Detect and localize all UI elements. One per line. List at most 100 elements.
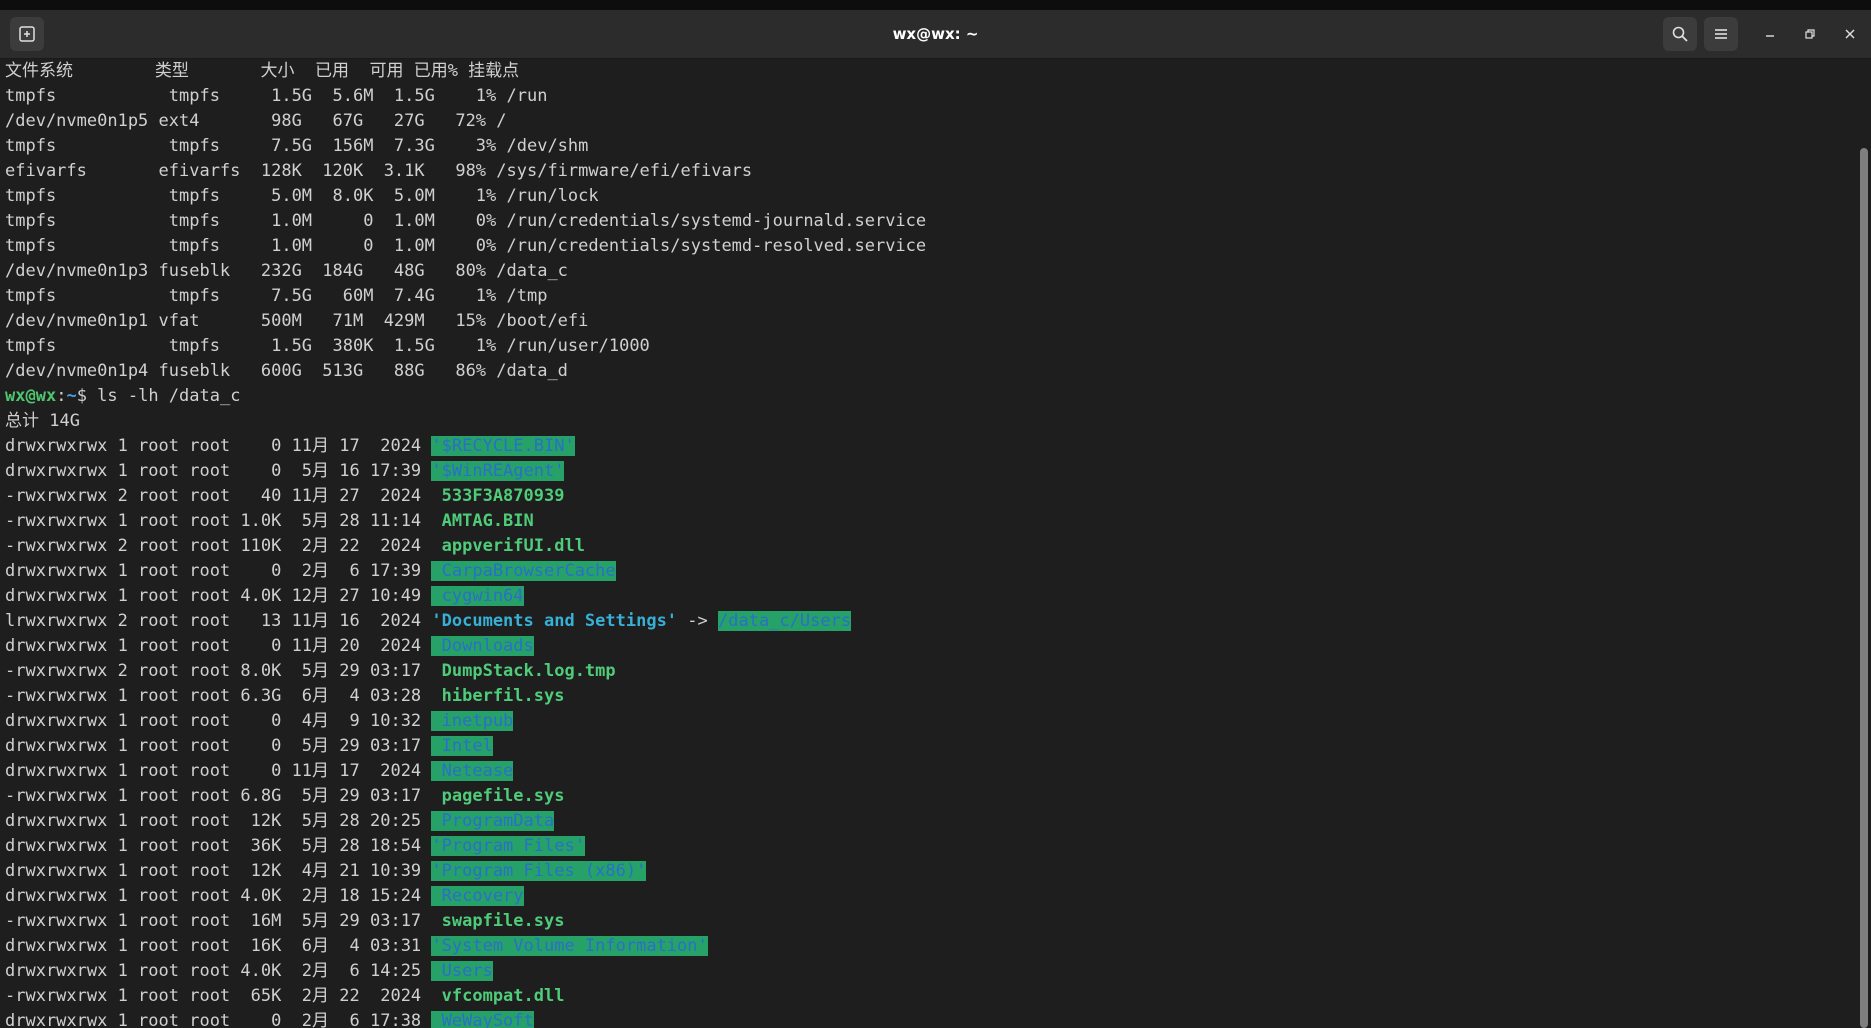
minimize-button[interactable] <box>1758 22 1782 46</box>
prompt-user: wx@wx <box>5 386 57 406</box>
terminal-header-bar: wx@wx: ~ <box>0 10 1871 59</box>
terminal-output[interactable]: 文件系统 类型 大小 已用 可用 已用% 挂载点 tmpfs tmpfs 1.5… <box>0 59 1858 1028</box>
ls-entry-name: '$WinREAgent' <box>431 461 565 481</box>
df-row: tmpfs tmpfs 7.5G 156M 7.3G 3% /dev/shm <box>5 136 589 156</box>
df-row: tmpfs tmpfs 1.0M 0 1.0M 0% /run/credenti… <box>5 236 927 256</box>
close-icon <box>1845 29 1855 39</box>
ls-entry-name: 'System Volume Information' <box>431 936 708 956</box>
prompt-line: wx@wx:~$ ls -lh /data_c <box>5 384 1858 409</box>
menu-button[interactable] <box>1704 17 1738 51</box>
ls-entry-meta: -rwxrwxrwx 2 root root 110K 2月 22 2024 <box>5 536 432 556</box>
ls-entry: -rwxrwxrwx 2 root root 110K 2月 22 2024 a… <box>5 534 1858 559</box>
search-button[interactable] <box>1663 17 1697 51</box>
ls-entry-meta: drwxrwxrwx 1 root root 36K 5月 28 18:54 <box>5 836 432 856</box>
ls-entry: lrwxrwxrwx 2 root root 13 11月 16 2024 'D… <box>5 609 1858 634</box>
ls-entry-name: 'Program Files (x86)' <box>431 861 647 881</box>
df-row: tmpfs tmpfs 1.5G 5.6M 1.5G 1% /run <box>5 86 548 106</box>
ls-entry-meta: -rwxrwxrwx 1 root root 16M 5月 29 03:17 <box>5 911 432 931</box>
ls-entry: -rwxrwxrwx 1 root root 65K 2月 22 2024 vf… <box>5 984 1858 1009</box>
ls-entry-name: hiberfil.sys <box>431 686 565 706</box>
ls-total-line: 总计 14G <box>5 411 80 431</box>
ls-entry-name: CarpaBrowserCache <box>431 561 616 581</box>
restore-icon <box>1805 29 1815 39</box>
df-row: tmpfs tmpfs 1.5G 380K 1.5G 1% /run/user/… <box>5 336 650 356</box>
df-header-line: 文件系统 类型 大小 已用 可用 已用% 挂载点 <box>5 61 520 81</box>
ls-entry-name: Downloads <box>431 636 534 656</box>
ls-entry: -rwxrwxrwx 1 root root 1.0K 5月 28 11:14 … <box>5 509 1858 534</box>
restore-button[interactable] <box>1798 22 1822 46</box>
ls-entry-name: AMTAG.BIN <box>431 511 534 531</box>
ls-entry-meta: drwxrwxrwx 1 root root 0 11月 17 2024 <box>5 436 432 456</box>
df-row: /dev/nvme0n1p3 fuseblk 232G 184G 48G 80%… <box>5 261 568 281</box>
ls-entry: drwxrwxrwx 1 root root 36K 5月 28 18:54 '… <box>5 834 1858 859</box>
ls-entry: drwxrwxrwx 1 root root 0 5月 16 17:39 '$W… <box>5 459 1858 484</box>
ls-entry-name: DumpStack.log.tmp <box>431 661 616 681</box>
df-row: tmpfs tmpfs 1.0M 0 1.0M 0% /run/credenti… <box>5 211 927 231</box>
terminal-scrollbar[interactable] <box>1860 148 1868 1028</box>
prompt-path: ~ <box>66 386 77 406</box>
ls-entry-name: appverifUI.dll <box>431 536 585 556</box>
ls-entry-name: inetpub <box>431 711 514 731</box>
close-button[interactable] <box>1838 22 1862 46</box>
ls-entry-name: vfcompat.dll <box>431 986 565 1006</box>
minimize-icon <box>1766 35 1774 37</box>
ls-entry-name: cygwin64 <box>431 586 524 606</box>
ls-entry-name: WeWaySoft <box>431 1011 534 1028</box>
ls-entry: drwxrwxrwx 1 root root 12K 4月 21 10:39 '… <box>5 859 1858 884</box>
ls-entry-meta: -rwxrwxrwx 1 root root 6.8G 5月 29 03:17 <box>5 786 432 806</box>
ls-entry: drwxrwxrwx 1 root root 16K 6月 4 03:31 'S… <box>5 934 1858 959</box>
prompt-separator: : <box>56 386 67 406</box>
ls-entry-meta: -rwxrwxrwx 2 root root 40 11月 27 2024 <box>5 486 432 506</box>
ls-entry: drwxrwxrwx 1 root root 0 11月 17 2024 '$R… <box>5 434 1858 459</box>
ls-entry-name: 'Documents and Settings' <box>431 611 678 631</box>
ls-entry-name: Users <box>431 961 493 981</box>
ls-entry-meta: -rwxrwxrwx 1 root root 1.0K 5月 28 11:14 <box>5 511 432 531</box>
ls-entry-meta: drwxrwxrwx 1 root root 4.0K 2月 18 15:24 <box>5 886 432 906</box>
ls-entry-meta: drwxrwxrwx 1 root root 12K 4月 21 10:39 <box>5 861 432 881</box>
ls-entry-name: 'Program Files' <box>431 836 585 856</box>
ls-entry-name: Intel <box>431 736 493 756</box>
ls-entry-name: Recovery <box>431 886 524 906</box>
ls-entry-name: 533F3A870939 <box>431 486 565 506</box>
ls-entry-meta: drwxrwxrwx 1 root root 4.0K 12月 27 10:49 <box>5 586 432 606</box>
ls-entry-meta: drwxrwxrwx 1 root root 0 5月 16 17:39 <box>5 461 432 481</box>
df-row: efivarfs efivarfs 128K 120K 3.1K 98% /sy… <box>5 161 753 181</box>
df-row: /dev/nvme0n1p5 ext4 98G 67G 27G 72% / <box>5 111 507 131</box>
system-top-bar <box>0 0 1871 10</box>
ls-entry-name: pagefile.sys <box>431 786 565 806</box>
ls-entry-meta: drwxrwxrwx 1 root root 0 2月 6 17:39 <box>5 561 432 581</box>
ls-entry: drwxrwxrwx 1 root root 0 4月 9 10:32 inet… <box>5 709 1858 734</box>
ls-entry-meta: -rwxrwxrwx 2 root root 8.0K 5月 29 03:17 <box>5 661 432 681</box>
ls-entry: drwxrwxrwx 1 root root 0 2月 6 17:39 Carp… <box>5 559 1858 584</box>
ls-entry-name: Netease <box>431 761 514 781</box>
ls-entry-name: '$RECYCLE.BIN' <box>431 436 575 456</box>
ls-entry: -rwxrwxrwx 2 root root 40 11月 27 2024 53… <box>5 484 1858 509</box>
df-row: /dev/nvme0n1p4 fuseblk 600G 513G 88G 86%… <box>5 361 568 381</box>
ls-entry: -rwxrwxrwx 1 root root 6.3G 6月 4 03:28 h… <box>5 684 1858 709</box>
df-row: tmpfs tmpfs 5.0M 8.0K 5.0M 1% /run/lock <box>5 186 599 206</box>
ls-entry: drwxrwxrwx 1 root root 0 11月 17 2024 Net… <box>5 759 1858 784</box>
ls-entry-name: swapfile.sys <box>431 911 565 931</box>
ls-entry-arrow: -> <box>677 611 718 631</box>
ls-entry: -rwxrwxrwx 1 root root 6.8G 5月 29 03:17 … <box>5 784 1858 809</box>
prompt-command: ls -lh /data_c <box>97 386 241 406</box>
ls-entry-meta: drwxrwxrwx 1 root root 0 5月 29 03:17 <box>5 736 432 756</box>
menu-icon <box>1715 29 1727 39</box>
ls-entry: drwxrwxrwx 1 root root 0 11月 20 2024 Dow… <box>5 634 1858 659</box>
window-title: wx@wx: ~ <box>892 25 979 43</box>
ls-entry: drwxrwxrwx 1 root root 4.0K 12月 27 10:49… <box>5 584 1858 609</box>
ls-entry-meta: drwxrwxrwx 1 root root 12K 5月 28 20:25 <box>5 811 432 831</box>
df-row: /dev/nvme0n1p1 vfat 500M 71M 429M 15% /b… <box>5 311 589 331</box>
ls-entry: -rwxrwxrwx 2 root root 8.0K 5月 29 03:17 … <box>5 659 1858 684</box>
ls-entry-meta: drwxrwxrwx 1 root root 0 2月 6 17:38 <box>5 1011 432 1028</box>
ls-entry-meta: drwxrwxrwx 1 root root 16K 6月 4 03:31 <box>5 936 432 956</box>
ls-entry-meta: -rwxrwxrwx 1 root root 65K 2月 22 2024 <box>5 986 432 1006</box>
ls-entry-meta: lrwxrwxrwx 2 root root 13 11月 16 2024 <box>5 611 432 631</box>
ls-entry-meta: drwxrwxrwx 1 root root 0 11月 20 2024 <box>5 636 432 656</box>
search-icon <box>1672 26 1688 42</box>
ls-entry: drwxrwxrwx 1 root root 0 2月 6 17:38 WeWa… <box>5 1009 1858 1028</box>
ls-entry-meta: drwxrwxrwx 1 root root 0 11月 17 2024 <box>5 761 432 781</box>
prompt-symbol: $ <box>76 386 98 406</box>
ls-entry: drwxrwxrwx 1 root root 4.0K 2月 18 15:24 … <box>5 884 1858 909</box>
ls-entry: drwxrwxrwx 1 root root 0 5月 29 03:17 Int… <box>5 734 1858 759</box>
